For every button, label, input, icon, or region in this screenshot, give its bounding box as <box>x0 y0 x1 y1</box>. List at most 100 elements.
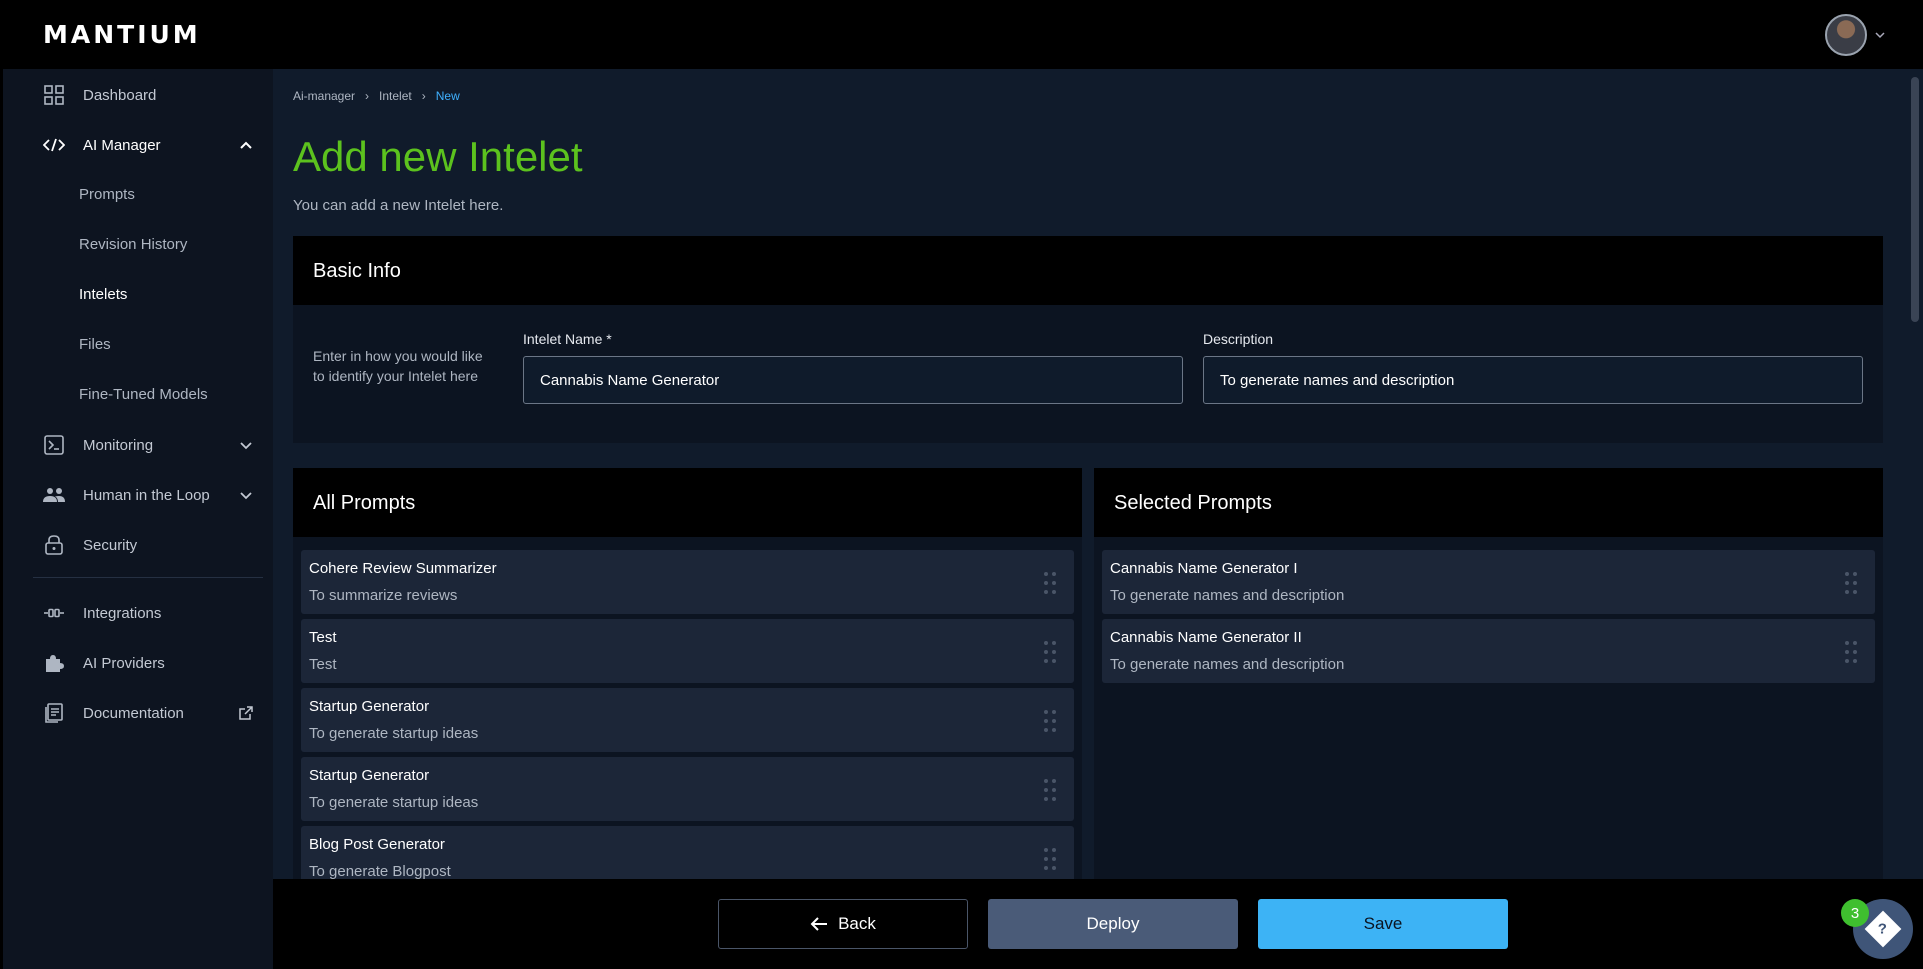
breadcrumb-intelet[interactable]: Intelet <box>379 89 412 103</box>
drag-handle-icon[interactable] <box>1044 641 1056 663</box>
page-title: Add new Intelet <box>293 133 583 180</box>
sidebar-divider <box>33 577 263 578</box>
sidebar-item-label: AI Manager <box>83 136 161 154</box>
chevron-up-icon[interactable] <box>239 138 253 152</box>
breadcrumb-separator-icon: › <box>421 89 426 103</box>
intelet-name-input[interactable] <box>523 356 1183 404</box>
card-header: Selected Prompts <box>1094 468 1883 537</box>
user-menu[interactable] <box>1825 13 1885 56</box>
prompt-description: To summarize reviews <box>309 587 458 604</box>
people-icon <box>43 484 65 506</box>
prompt-item[interactable]: Cohere Review Summarizer To summarize re… <box>301 550 1074 614</box>
drag-handle-icon[interactable] <box>1044 710 1056 732</box>
chevron-down-icon[interactable] <box>239 438 253 452</box>
deploy-button[interactable]: Deploy <box>988 899 1238 949</box>
notification-badge: 3 <box>1841 899 1869 927</box>
sidebar-subitem-fine-tuned-models[interactable]: Fine-Tuned Models <box>79 386 208 403</box>
drag-handle-icon[interactable] <box>1044 848 1056 870</box>
prompt-description: To generate startup ideas <box>309 725 479 742</box>
prompt-name: Blog Post Generator <box>309 836 445 853</box>
arrow-left-icon <box>810 917 828 931</box>
lock-icon <box>43 534 65 556</box>
sidebar-item-label: Integrations <box>83 604 162 622</box>
sidebar-item-human-in-the-loop[interactable]: Human in the Loop <box>3 475 273 515</box>
prompt-description: To generate startup ideas <box>309 794 479 811</box>
card-title: All Prompts <box>313 492 416 514</box>
prompt-name: Cannabis Name Generator I <box>1110 560 1298 577</box>
top-bar: MANTIUM <box>3 0 1923 69</box>
description-input[interactable] <box>1203 356 1863 404</box>
drag-handle-icon[interactable] <box>1845 572 1857 594</box>
sidebar-subitem-files[interactable]: Files <box>79 336 111 353</box>
save-button-label: Save <box>1363 914 1403 933</box>
card-title: Basic Info <box>313 260 401 282</box>
sidebar-item-label: Human in the Loop <box>83 486 210 504</box>
page-subtitle: You can add a new Intelet here. <box>293 197 504 214</box>
drag-handle-icon[interactable] <box>1044 779 1056 801</box>
selected-prompts-card: Selected Prompts Cannabis Name Generator… <box>1094 468 1883 880</box>
prompt-item[interactable]: Startup Generator To generate startup id… <box>301 688 1074 752</box>
drag-handle-icon[interactable] <box>1044 572 1056 594</box>
basic-info-card: Basic Info Enter in how you would like t… <box>293 236 1883 443</box>
chevron-down-icon[interactable] <box>1875 30 1885 40</box>
page-scrollbar[interactable] <box>1911 77 1919 322</box>
card-header: All Prompts <box>293 468 1082 537</box>
sidebar-item-label: AI Providers <box>83 654 165 672</box>
prompt-name: Startup Generator <box>309 698 430 715</box>
sidebar-item-documentation[interactable]: Documentation <box>3 693 273 733</box>
selected-prompt-item[interactable]: Cannabis Name Generator II To generate n… <box>1102 619 1875 683</box>
sidebar-item-ai-providers[interactable]: AI Providers <box>3 643 273 683</box>
prompt-item[interactable]: Blog Post Generator To generate Blogpost <box>301 826 1074 880</box>
all-prompts-list[interactable]: Cohere Review Summarizer To summarize re… <box>301 550 1074 880</box>
puzzle-icon <box>43 652 65 674</box>
avatar[interactable] <box>1825 13 1867 56</box>
sidebar-item-integrations[interactable]: Integrations <box>3 593 273 633</box>
main-content: Ai-manager › Intelet › New Add new Intel… <box>273 69 1923 880</box>
document-icon <box>43 702 65 724</box>
breadcrumb-current: New <box>435 89 460 103</box>
card-header: Basic Info <box>293 236 1883 305</box>
save-button[interactable]: Save <box>1258 899 1508 949</box>
sidebar-subitem-revision-history[interactable]: Revision History <box>79 236 187 253</box>
code-icon <box>43 134 65 156</box>
prompt-name: Test <box>309 629 337 646</box>
external-link-icon[interactable] <box>239 706 253 720</box>
sidebar-item-security[interactable]: Security <box>3 525 273 565</box>
selected-prompts-list[interactable]: Cannabis Name Generator I To generate na… <box>1102 550 1875 880</box>
app-logo[interactable]: MANTIUM <box>43 20 201 49</box>
sidebar: Dashboard AI Manager Prompts Revision Hi… <box>3 69 273 969</box>
sidebar-item-label: Monitoring <box>83 436 154 454</box>
prompt-description: To generate names and description <box>1110 656 1345 673</box>
selected-prompt-item[interactable]: Cannabis Name Generator I To generate na… <box>1102 550 1875 614</box>
prompt-name: Cohere Review Summarizer <box>309 560 497 577</box>
breadcrumb: Ai-manager › Intelet › New <box>293 89 460 103</box>
sidebar-subitem-intelets[interactable]: Intelets <box>79 286 127 303</box>
terminal-icon <box>43 434 65 456</box>
integration-icon <box>43 602 65 624</box>
card-title: Selected Prompts <box>1114 492 1272 514</box>
prompt-item[interactable]: Startup Generator To generate startup id… <box>301 757 1074 821</box>
prompt-description: To generate Blogpost <box>309 863 451 880</box>
sidebar-item-dashboard[interactable]: Dashboard <box>3 75 273 115</box>
prompt-name: Startup Generator <box>309 767 430 784</box>
sidebar-item-label: Security <box>83 536 138 554</box>
all-prompts-card: All Prompts Cohere Review Summarizer To … <box>293 468 1082 880</box>
prompt-description: To generate names and description <box>1110 587 1345 604</box>
deploy-button-label: Deploy <box>1086 914 1140 933</box>
drag-handle-icon[interactable] <box>1845 641 1857 663</box>
sidebar-item-monitoring[interactable]: Monitoring <box>3 425 273 465</box>
basic-info-help: Enter in how you would like to identify … <box>313 348 483 384</box>
intelet-name-label: Intelet Name * <box>523 331 612 347</box>
sidebar-subitem-prompts[interactable]: Prompts <box>79 186 135 203</box>
sidebar-item-label: Documentation <box>83 704 184 722</box>
sidebar-item-label: Dashboard <box>83 86 157 104</box>
prompt-item[interactable]: Test Test <box>301 619 1074 683</box>
grid-icon <box>43 84 65 106</box>
back-button[interactable]: Back <box>718 899 968 949</box>
breadcrumb-ai-manager[interactable]: Ai-manager <box>293 89 355 103</box>
description-label: Description <box>1203 331 1274 347</box>
breadcrumb-separator-icon: › <box>365 89 370 103</box>
chevron-down-icon[interactable] <box>239 488 253 502</box>
sidebar-item-ai-manager[interactable]: AI Manager <box>3 125 273 165</box>
action-footer: Back Deploy Save <box>273 879 1923 969</box>
